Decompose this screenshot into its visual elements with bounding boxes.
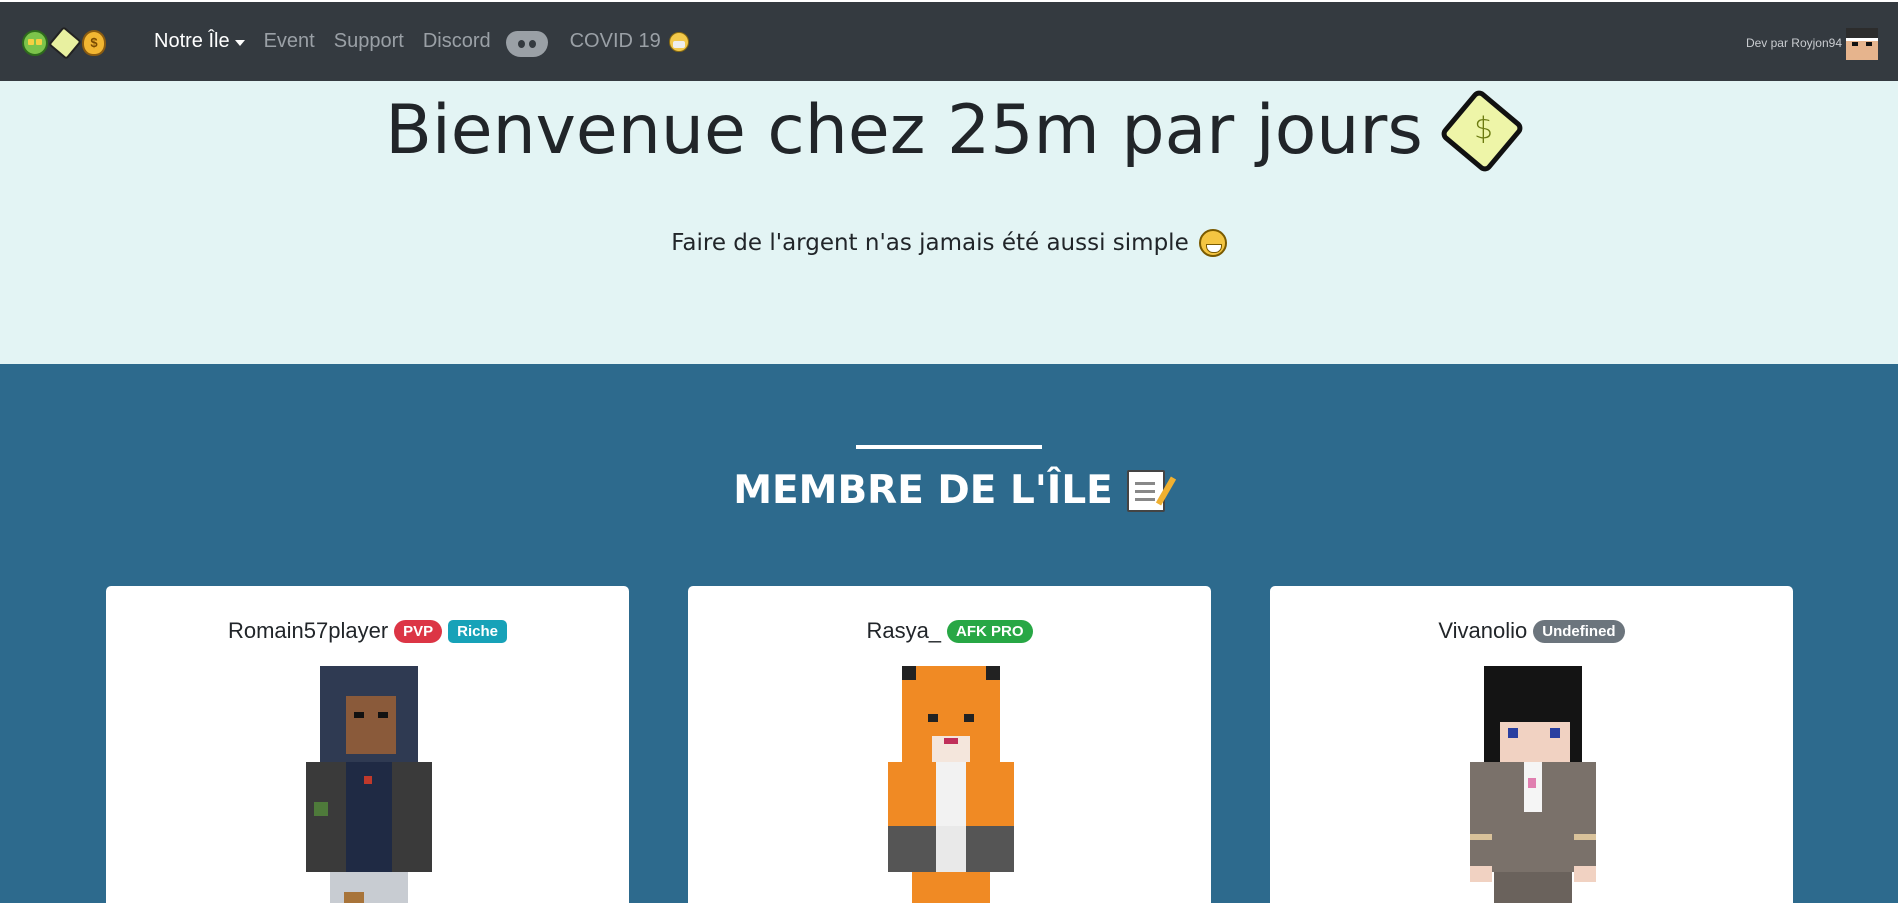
member-card: Vivanolio Undefined: [1270, 586, 1793, 903]
player-skin-image: [888, 666, 1014, 903]
hero-section: Bienvenue chez 25m par jours Faire de l'…: [0, 81, 1898, 364]
hero-subtitle: Faire de l'argent n'as jamais été aussi …: [0, 229, 1898, 257]
money-wings-icon: [1438, 86, 1526, 175]
badge-undefined: Undefined: [1533, 619, 1625, 643]
hero-title: Bienvenue chez 25m par jours: [0, 86, 1898, 175]
member-name-row: Rasya_ AFK PRO: [688, 618, 1211, 644]
hero-subtitle-text: Faire de l'argent n'as jamais été aussi …: [671, 230, 1189, 256]
nav-event[interactable]: Event: [264, 30, 315, 53]
money-bag-icon: [82, 30, 106, 56]
members-title: MEMBRE DE L'ÎLE: [0, 468, 1898, 513]
caret-down-icon: [234, 39, 245, 46]
nav-covid-label: COVID 19: [569, 30, 661, 52]
member-name-row: Vivanolio Undefined: [1270, 618, 1793, 644]
member-name: Romain57player: [227, 618, 389, 643]
badge-pvp: PVP: [394, 619, 443, 643]
mask-face-icon: [668, 31, 689, 52]
player-skin-image: [306, 666, 432, 903]
grinning-face-icon: [1198, 229, 1227, 257]
nav-discord[interactable]: Discord: [423, 30, 491, 53]
discord-icon[interactable]: [504, 25, 550, 59]
member-card: Rasya_ AFK PRO: [688, 586, 1211, 903]
brand-logo[interactable]: [22, 26, 106, 60]
member-name: Rasya_: [866, 618, 942, 643]
member-name-row: Romain57player PVP Riche: [106, 618, 629, 644]
money-face-icon: [22, 30, 48, 56]
player-skin-image: [1470, 666, 1596, 903]
nav-notre-ile-label: Notre Île: [154, 30, 230, 52]
nav-notre-ile-dropdown[interactable]: Notre Île: [154, 30, 245, 53]
nav-covid[interactable]: COVID 19: [570, 30, 689, 53]
section-divider: [856, 445, 1042, 449]
badge-afk-pro: AFK PRO: [947, 619, 1033, 643]
dev-credit: Dev par Royjon94: [1745, 36, 1842, 50]
member-name: Vivanolio: [1438, 618, 1528, 643]
hero-title-text: Bienvenue chez 25m par jours: [385, 91, 1423, 170]
nav-links: Notre Île Event Support Discord COVID 19: [154, 2, 708, 81]
badge-riche: Riche: [448, 619, 508, 643]
money-wings-icon: [48, 26, 82, 60]
avatar: [1846, 28, 1878, 60]
navbar: Notre Île Event Support Discord COVID 19…: [0, 2, 1898, 81]
member-card: Romain57player PVP Riche: [106, 586, 629, 903]
nav-support[interactable]: Support: [334, 30, 404, 53]
members-section: MEMBRE DE L'ÎLE Romain57player PVP Riche…: [0, 364, 1898, 903]
members-title-text: MEMBRE DE L'ÎLE: [733, 468, 1113, 513]
memo-icon: [1126, 469, 1165, 512]
